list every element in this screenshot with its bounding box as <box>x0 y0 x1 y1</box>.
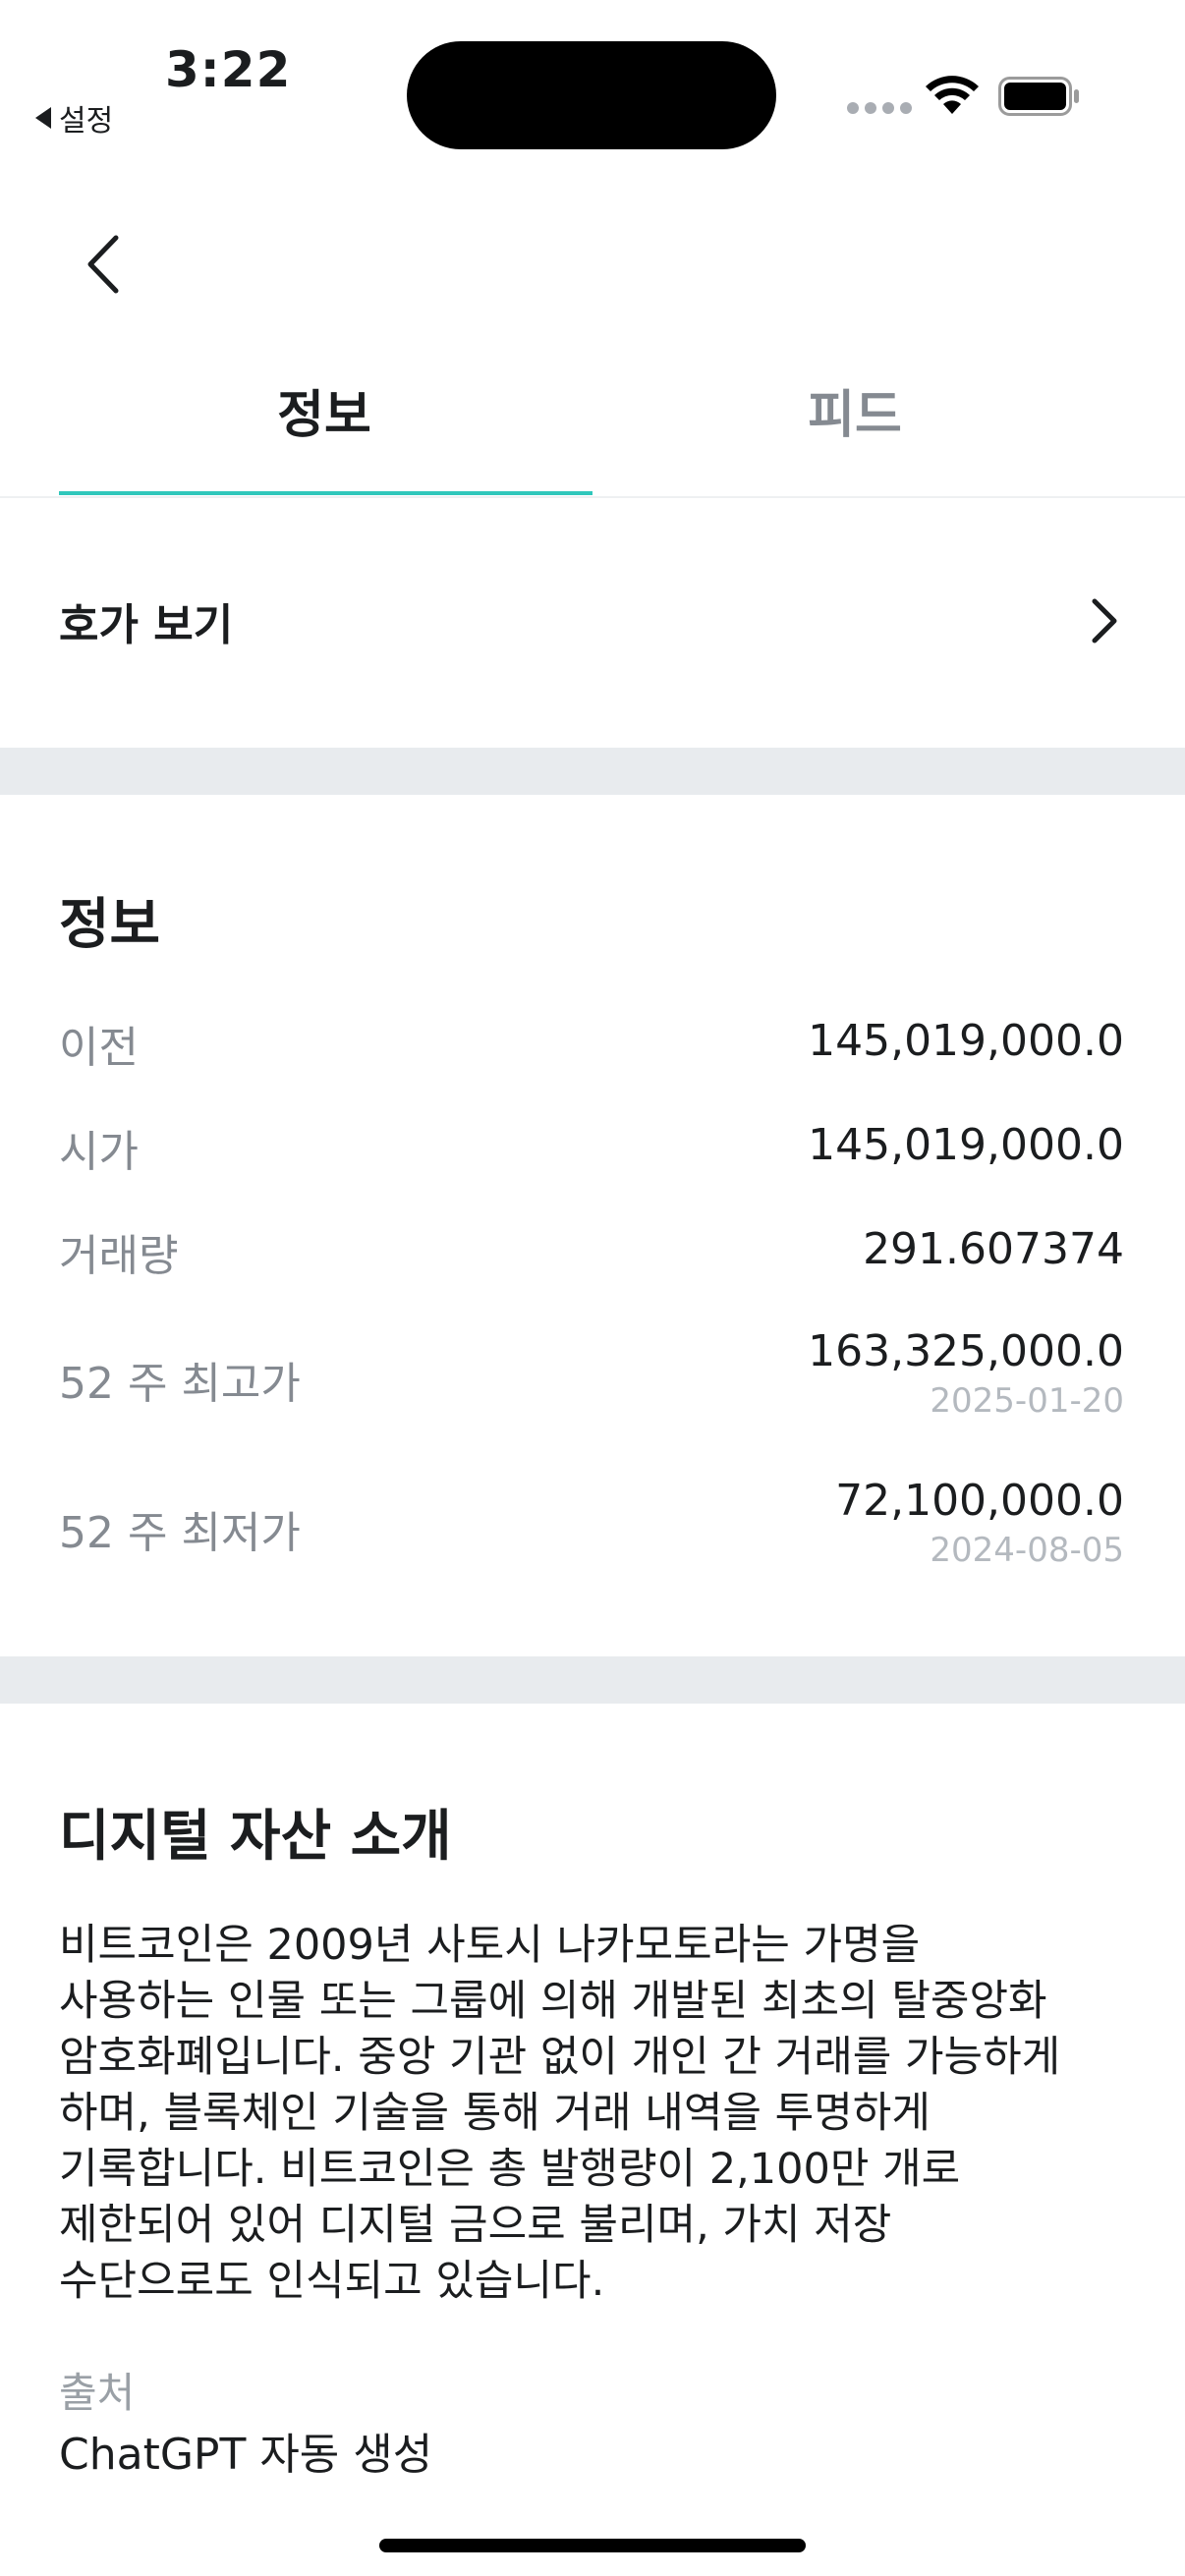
info-section-title: 정보 <box>59 893 161 957</box>
intro-line: 수단으로도 인식되고 있습니다. <box>59 2257 605 2306</box>
info-label: 거래량 <box>59 1231 179 1281</box>
intro-line: 암호화폐입니다. 중앙 기관 없이 개인 간 거래를 가능하게 <box>59 2033 1061 2082</box>
section-divider <box>0 748 1185 795</box>
intro-line: 제한되어 있어 디지털 금으로 불리며, 가치 저장 <box>59 2201 892 2250</box>
back-triangle-icon <box>35 107 51 129</box>
intro-line: 사용하는 인물 또는 그룹에 의해 개발된 최초의 탈중앙화 <box>59 1977 1047 2026</box>
info-row-previous: 이전 145,019,000.0 <box>59 1012 1124 1073</box>
tab-divider <box>0 496 1185 498</box>
info-label: 이전 <box>59 1023 139 1073</box>
info-label: 52 주 최저가 <box>59 1508 301 1558</box>
wifi-icon <box>926 76 979 114</box>
cellular-signal-icon <box>847 102 912 114</box>
source-label: 출처 <box>59 2369 136 2417</box>
dynamic-island <box>407 41 776 149</box>
info-value: 72,100,000.0 <box>835 1476 1124 1526</box>
info-date: 2024-08-05 <box>930 1531 1124 1570</box>
section-divider <box>0 1656 1185 1704</box>
info-date: 2025-01-20 <box>930 1381 1124 1421</box>
intro-line: 비트코인은 2009년 사토시 나카모토라는 가명을 <box>59 1921 921 1970</box>
intro-line: 하며, 블록체인 기술을 통해 거래 내역을 투명하게 <box>59 2089 931 2138</box>
battery-icon <box>998 77 1079 116</box>
info-value: 163,325,000.0 <box>808 1326 1124 1376</box>
tab-info[interactable]: 정보 <box>59 373 590 447</box>
info-label: 52 주 최고가 <box>59 1359 301 1409</box>
info-row-open: 시가 145,019,000.0 <box>59 1116 1124 1177</box>
intro-description: 비트코인은 2009년 사토시 나카모토라는 가명을 사용하는 인물 또는 그룹… <box>59 1918 1140 2310</box>
status-time: 3:22 <box>165 41 292 98</box>
info-value: 145,019,000.0 <box>808 1120 1124 1170</box>
home-indicator[interactable] <box>379 2539 806 2552</box>
info-row-52w-high: 52 주 최고가 163,325,000.0 2025-01-20 <box>59 1326 1124 1434</box>
intro-section-title: 디지털 자산 소개 <box>59 1805 452 1869</box>
tab-active-indicator <box>59 491 592 495</box>
orderbook-link-label[interactable]: 호가 보기 <box>59 589 233 652</box>
info-row-52w-low: 52 주 최저가 72,100,000.0 2024-08-05 <box>59 1476 1124 1584</box>
info-value: 291.607374 <box>863 1224 1124 1274</box>
chevron-right-icon[interactable] <box>1089 597 1118 644</box>
info-label: 시가 <box>59 1127 139 1177</box>
back-to-app-link[interactable]: 설정 <box>35 96 113 140</box>
back-chevron-icon[interactable] <box>83 234 126 295</box>
info-row-volume: 거래량 291.607374 <box>59 1220 1124 1281</box>
info-value: 145,019,000.0 <box>808 1016 1124 1066</box>
back-app-label: 설정 <box>59 104 114 139</box>
tab-feed[interactable]: 피드 <box>590 373 1120 447</box>
intro-line: 기록합니다. 비트코인은 총 발행량이 2,100만 개로 <box>59 2145 961 2194</box>
source-value: ChatGPT 자동 생성 <box>59 2430 433 2480</box>
